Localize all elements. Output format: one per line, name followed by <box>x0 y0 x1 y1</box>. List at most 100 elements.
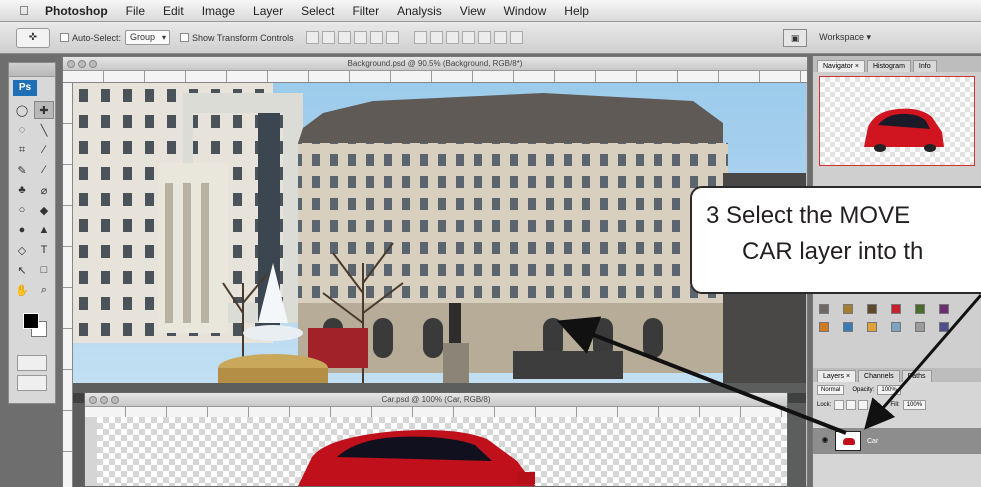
eraser-tool-icon[interactable]: ○ <box>12 201 32 219</box>
apple-icon[interactable]:  <box>12 3 36 18</box>
vertical-ruler[interactable] <box>63 83 73 487</box>
foreground-color-swatch[interactable] <box>23 313 39 329</box>
opacity-input[interactable]: 100% <box>877 385 901 395</box>
align-left-button[interactable] <box>353 31 367 44</box>
align-right-button[interactable] <box>385 31 399 44</box>
menu-select[interactable]: Select <box>292 4 343 18</box>
car-doc-titlebar[interactable]: Car.psd @ 100% (Car, RGB/8) <box>85 393 787 407</box>
quick-mask-button[interactable] <box>17 355 47 371</box>
history-brush-tool-icon[interactable]: ⌀ <box>34 181 54 199</box>
crop-tool-icon[interactable]: ⌗ <box>12 141 32 159</box>
layer-thumbnail[interactable] <box>835 431 861 451</box>
distribute-top-button[interactable] <box>413 31 427 44</box>
auto-select-box[interactable] <box>60 33 69 42</box>
auto-select-dropdown[interactable]: Group <box>125 30 171 45</box>
align-top-button[interactable] <box>305 31 319 44</box>
menu-file[interactable]: File <box>117 4 154 18</box>
menu-help[interactable]: Help <box>555 4 598 18</box>
blur-tool-icon[interactable]: ● <box>12 221 32 239</box>
car-canvas[interactable] <box>97 417 787 486</box>
swatch-3[interactable] <box>867 304 877 314</box>
tab-info[interactable]: Info <box>912 60 937 72</box>
lock-pixels-icon[interactable] <box>846 400 857 410</box>
car-zoom-icon[interactable] <box>111 396 119 404</box>
screen-mode-button[interactable] <box>17 375 47 391</box>
gradient-tool-icon[interactable]: ◆ <box>34 201 54 219</box>
background-doc-titlebar[interactable]: Background.psd @ 90.5% (Background, RGB/… <box>63 57 807 71</box>
minimize-icon[interactable] <box>78 60 86 68</box>
menu-filter[interactable]: Filter <box>343 4 388 18</box>
menu-photoshop[interactable]: Photoshop <box>36 4 117 18</box>
pencil-tool-icon[interactable]: ⁄ <box>34 161 54 179</box>
swatch-10[interactable] <box>891 322 901 332</box>
menu-view[interactable]: View <box>451 4 495 18</box>
tab-layers[interactable]: Layers × <box>817 370 857 382</box>
fill-input[interactable]: 100% <box>902 400 927 410</box>
distribute-left-button[interactable] <box>461 31 475 44</box>
zoom-icon[interactable] <box>89 60 97 68</box>
stamp-tool-icon[interactable]: ♣ <box>12 181 32 199</box>
layer-row-car[interactable]: ◉ Car <box>813 428 981 454</box>
show-transform-box[interactable] <box>180 33 190 42</box>
navigator-preview[interactable] <box>819 76 975 166</box>
align-buttons <box>305 31 402 44</box>
swatch-6[interactable] <box>939 304 949 314</box>
dodge-tool-icon[interactable]: ▲ <box>34 221 54 239</box>
swatch-8[interactable] <box>843 322 853 332</box>
distribute-bottom-button[interactable] <box>445 31 459 44</box>
swatch-2[interactable] <box>843 304 853 314</box>
horizontal-ruler[interactable] <box>63 71 807 83</box>
car-minimize-icon[interactable] <box>100 396 108 404</box>
workspace-icon[interactable]: ▣ <box>783 28 808 47</box>
pen-tool-icon[interactable]: ◇ <box>12 241 32 259</box>
shape-tool-icon[interactable]: □ <box>34 261 54 279</box>
align-middle-button[interactable] <box>321 31 335 44</box>
align-center-button[interactable] <box>369 31 383 44</box>
tab-navigator[interactable]: Navigator × <box>817 60 865 72</box>
menu-image[interactable]: Image <box>193 4 244 18</box>
lock-position-icon[interactable] <box>858 400 869 410</box>
show-transform-checkbox[interactable]: Show Transform Controls <box>180 33 294 43</box>
move-tool-icon[interactable]: ✚ <box>34 101 54 119</box>
auto-select-checkbox[interactable]: Auto-Select: <box>60 33 121 43</box>
auto-align-button[interactable] <box>509 31 523 44</box>
swatch-12[interactable] <box>939 322 949 332</box>
distribute-center-button[interactable] <box>477 31 491 44</box>
tab-histogram[interactable]: Histogram <box>867 60 911 72</box>
photoshop-logo: Ps <box>13 80 37 96</box>
tab-channels[interactable]: Channels <box>858 370 900 382</box>
tool-preset-picker[interactable]: ✜ <box>16 27 50 48</box>
distribute-right-button[interactable] <box>493 31 507 44</box>
swatch-5[interactable] <box>915 304 925 314</box>
marquee-tool-icon[interactable]: ◯ <box>12 101 32 119</box>
eye-icon[interactable]: ◉ <box>819 435 831 447</box>
close-icon[interactable] <box>67 60 75 68</box>
brush-tool-icon[interactable]: ✎ <box>12 161 32 179</box>
layer-name[interactable]: Car <box>867 438 878 445</box>
swatch-11[interactable] <box>915 322 925 332</box>
menu-window[interactable]: Window <box>495 4 556 18</box>
blend-mode-select[interactable]: Normal <box>817 385 845 395</box>
hand-tool-icon[interactable]: ✋ <box>12 281 32 299</box>
tab-paths[interactable]: Paths <box>901 370 932 382</box>
menu-layer[interactable]: Layer <box>244 4 292 18</box>
zoom-tool-icon[interactable]: ⌕ <box>34 281 54 299</box>
menu-edit[interactable]: Edit <box>154 4 193 18</box>
slice-tool-icon[interactable]: ∕ <box>34 141 54 159</box>
swatch-7[interactable] <box>819 322 829 332</box>
swatch-4[interactable] <box>891 304 901 314</box>
lasso-tool-icon[interactable]: ◌ <box>12 121 32 139</box>
swatch-1[interactable] <box>819 304 829 314</box>
menu-analysis[interactable]: Analysis <box>388 4 451 18</box>
lock-transparency-icon[interactable] <box>834 400 845 410</box>
align-bottom-button[interactable] <box>337 31 351 44</box>
car-close-icon[interactable] <box>89 396 97 404</box>
car-horizontal-ruler[interactable] <box>85 407 787 417</box>
tools-panel-header[interactable] <box>9 63 55 77</box>
workspace-menu[interactable]: Workspace ▾ <box>819 32 871 43</box>
magic-wand-tool-icon[interactable]: ╲ <box>34 121 54 139</box>
path-select-tool-icon[interactable]: ↖ <box>12 261 32 279</box>
swatch-9[interactable] <box>867 322 877 332</box>
type-tool-icon[interactable]: T <box>34 241 54 259</box>
distribute-middle-button[interactable] <box>429 31 443 44</box>
